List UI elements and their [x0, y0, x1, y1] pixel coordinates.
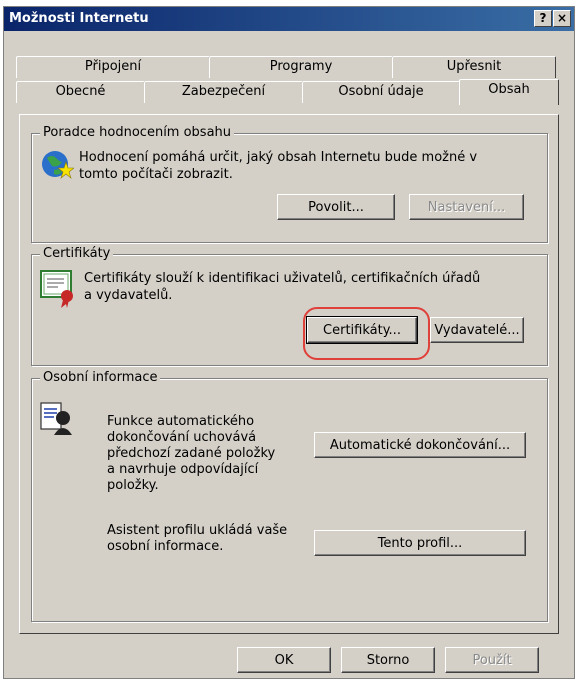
tab-security[interactable]: Zabezpečení — [144, 81, 303, 103]
profile-text-2: osobní informace. — [107, 539, 224, 554]
publishers-button[interactable]: Vydavatelé... — [430, 317, 524, 343]
profile-button[interactable]: Tento profil... — [314, 530, 526, 556]
personal-information-label: Osobní informace — [40, 370, 161, 385]
autocomplete-text-2: dokončování uchovává — [107, 430, 257, 445]
content-tab-panel: Poradce hodnocením obsahu Hodnocení pomá… — [19, 114, 559, 634]
title-bar[interactable]: Možnosti Internetu ? × — [4, 7, 574, 31]
tab-privacy[interactable]: Osobní údaje — [302, 81, 460, 103]
certificates-text-1: Certifikáty slouží k identifikaci uživat… — [84, 271, 481, 286]
apply-button[interactable]: Použít — [445, 647, 539, 673]
autocomplete-text-4: a navrhuje odpovídající — [107, 462, 259, 477]
content-advisor-group: Poradce hodnocením obsahu Hodnocení pomá… — [31, 125, 548, 243]
content-advisor-icon — [42, 151, 74, 179]
personal-information-group: Osobní informace Funkce automatického do… — [31, 370, 548, 622]
certificates-group: Certifikáty Certifikáty slouží k identif… — [31, 246, 548, 366]
close-button[interactable]: × — [553, 10, 571, 27]
tab-connections[interactable]: Připojení — [16, 56, 210, 78]
ok-button[interactable]: OK — [237, 647, 331, 673]
tab-content[interactable]: Obsah — [459, 79, 559, 105]
tab-general[interactable]: Obecné — [16, 81, 145, 103]
internet-options-dialog: Možnosti Internetu ? × Připojení Program… — [3, 6, 575, 679]
profile-text-1: Asistent profilu ukládá vaše — [107, 523, 288, 538]
certificates-label: Certifikáty — [40, 246, 114, 261]
window-title: Možnosti Internetu — [9, 11, 149, 26]
certificate-icon — [40, 270, 73, 308]
autocomplete-text-5: položky. — [107, 478, 159, 493]
content-advisor-text-2: tomto počítači zobrazit. — [79, 167, 233, 182]
autocomplete-text-3: předchozí zadané položky — [107, 446, 276, 461]
highlight-ring — [303, 307, 430, 360]
tab-advanced[interactable]: Upřesnit — [392, 56, 556, 78]
settings-button[interactable]: Nastavení... — [409, 194, 524, 220]
autocomplete-text-1: Funkce automatického — [107, 414, 255, 429]
tab-programs[interactable]: Programy — [209, 56, 393, 78]
autocomplete-button[interactable]: Automatické dokončování... — [314, 432, 526, 458]
autocomplete-icon — [40, 402, 72, 435]
certificates-text-2: a vydavatelů. — [84, 288, 173, 303]
enable-button[interactable]: Povolit... — [277, 194, 395, 220]
content-advisor-text-1: Hodnocení pomáhá určit, jaký obsah Inter… — [79, 150, 478, 165]
cancel-button[interactable]: Storno — [341, 647, 435, 673]
help-button[interactable]: ? — [534, 10, 552, 27]
content-advisor-label: Poradce hodnocením obsahu — [40, 125, 235, 140]
